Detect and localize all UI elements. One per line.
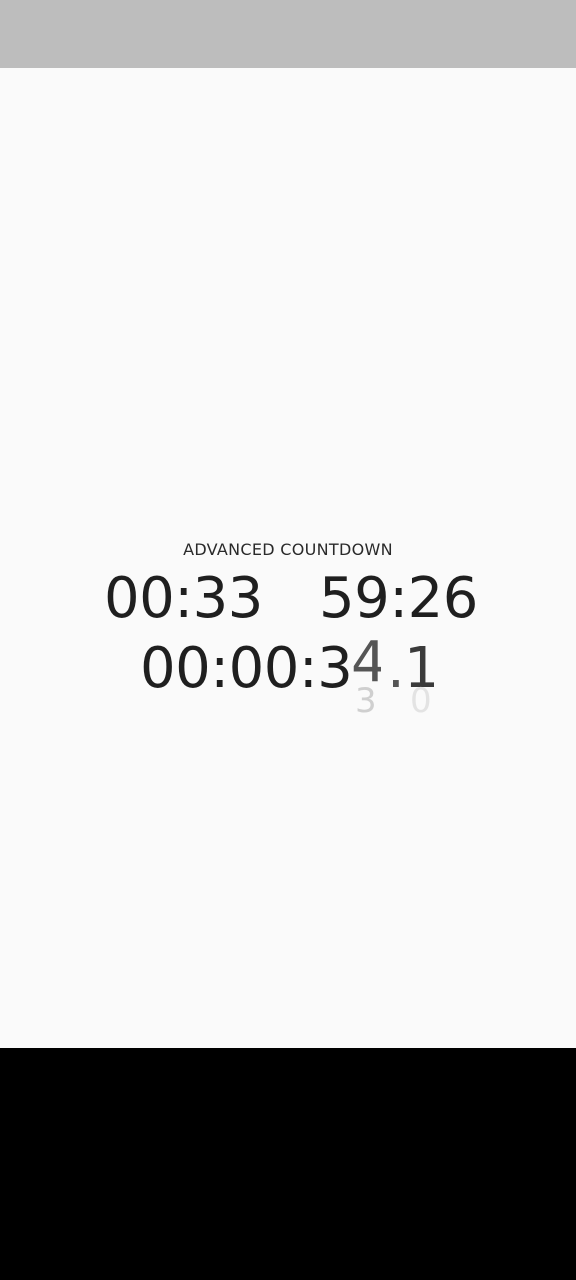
page-title: ADVANCED COUNTDOWN (183, 540, 393, 559)
countdown-minutes-seconds: 00:33 (104, 566, 263, 631)
status-bar (0, 0, 576, 68)
countdown-static-digits: 00:00:3 (140, 636, 353, 701)
countdown-minutes-seconds-2: 59:26 (319, 566, 478, 631)
tenths-next-digit: 0 (410, 681, 432, 717)
decimal-separator: . (387, 636, 405, 701)
countdown-hours-minutes-seconds-tenths: 00:00:3 4 3 . 1 0 (140, 636, 440, 718)
seconds-next-digit: 3 (355, 681, 377, 717)
navigation-bar (0, 1048, 576, 1280)
seconds-rolling-digit: 4 3 (351, 637, 381, 717)
tenths-rolling-digit: 1 0 (404, 637, 434, 717)
